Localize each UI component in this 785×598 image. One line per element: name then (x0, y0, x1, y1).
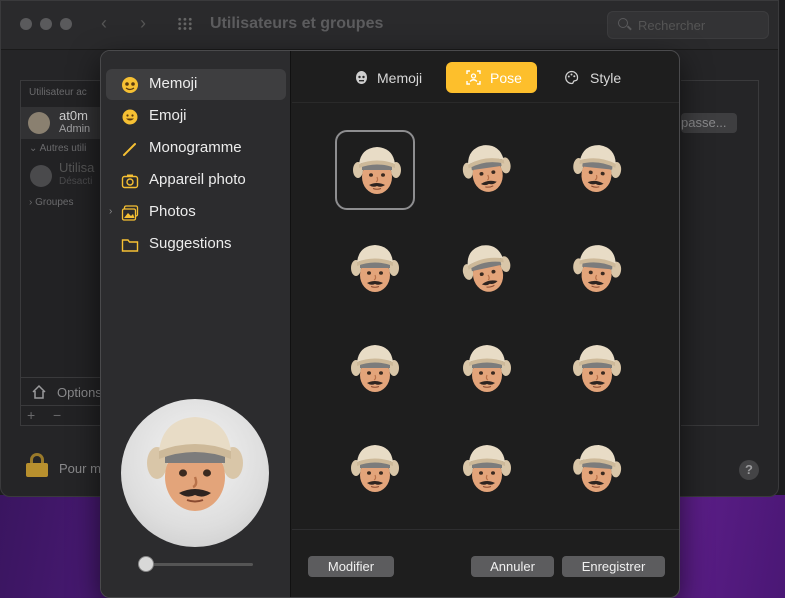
photos-icon (121, 205, 139, 221)
memoji-pose-icon (571, 142, 623, 195)
pencil-icon (123, 143, 136, 156)
sidebar-item-label: Monogramme (149, 139, 242, 156)
memoji-pose-icon (461, 142, 513, 196)
lock-icon[interactable] (26, 453, 48, 477)
house-icon (32, 384, 46, 399)
chevron-right-icon[interactable]: › (109, 206, 112, 217)
memoji-head-icon (356, 71, 367, 84)
sidebar-item-label: Suggestions (149, 235, 232, 252)
pose-icon (466, 70, 481, 85)
title-bar: ‹ › Utilisateurs et groupes Rechercher (1, 1, 778, 50)
search-icon (618, 18, 628, 28)
search-field[interactable]: Rechercher (607, 11, 769, 39)
back-arrow-icon[interactable]: ‹ (101, 13, 107, 34)
picture-source-sidebar: Memoji Emoji Monogramme Appareil photo ›… (101, 51, 291, 597)
segment-label: Memoji (377, 70, 423, 86)
save-button[interactable]: Enregistrer (562, 556, 665, 577)
lock-text: Pour m (59, 461, 101, 476)
user-name: at0m (59, 108, 88, 123)
zoom-slider-knob[interactable] (138, 556, 154, 572)
show-all-grid-icon[interactable] (177, 17, 193, 31)
user-role: Admin (59, 123, 91, 135)
tab-memoji[interactable]: Memoji (344, 62, 429, 93)
memoji-pose-icon (571, 442, 623, 495)
options-label: Options (57, 385, 102, 400)
groups-row[interactable]: › Groupes (29, 197, 73, 208)
emoji-icon (122, 109, 138, 125)
memoji-pose-icon (462, 444, 512, 493)
minimize-button[interactable] (40, 18, 52, 30)
sheet-footer: Modifier Annuler Enregistrer (292, 529, 679, 597)
pose-option-12[interactable] (557, 430, 637, 510)
sidebar-item-emoji[interactable]: Emoji (106, 101, 286, 132)
memoji-pose-icon (352, 146, 402, 195)
sidebar-item-label: Emoji (149, 107, 187, 124)
tab-style[interactable]: Style (554, 62, 629, 93)
camera-icon (121, 174, 139, 189)
zoom-button[interactable] (60, 18, 72, 30)
sidebar-item-label: Photos (149, 203, 196, 220)
folder-icon (121, 239, 139, 252)
memoji-pose-icon (350, 344, 400, 393)
memoji-pose-icon (571, 242, 623, 295)
tab-pose[interactable]: Pose (446, 62, 537, 93)
sidebar-item-memoji[interactable]: Memoji (106, 69, 286, 100)
avatar-preview (121, 399, 269, 547)
other-user-status: Désacti (59, 176, 93, 187)
groups-label: Groupes (35, 197, 74, 208)
search-placeholder: Rechercher (638, 18, 706, 33)
sidebar-item-monogramme[interactable]: Monogramme (106, 133, 286, 164)
pose-option-6[interactable] (557, 230, 637, 310)
current-users-header: Utilisateur ac (29, 87, 87, 98)
guest-avatar (30, 165, 52, 187)
pose-option-3[interactable] (557, 130, 637, 210)
pose-option-1[interactable] (335, 130, 415, 210)
pose-option-8[interactable] (447, 330, 527, 410)
avatar (28, 112, 50, 134)
window-title: Utilisateurs et groupes (210, 15, 384, 32)
pose-option-2[interactable] (447, 130, 527, 210)
pose-option-10[interactable] (335, 430, 415, 510)
memoji-icon (122, 77, 138, 93)
help-button[interactable]: ? (739, 460, 759, 480)
sidebar-item-label: Appareil photo (149, 171, 246, 188)
sidebar-item-suggestions[interactable]: Suggestions (106, 229, 286, 260)
forward-arrow-icon[interactable]: › (140, 13, 146, 34)
cancel-button[interactable]: Annuler (471, 556, 554, 577)
memoji-picker-sheet: Memoji Emoji Monogramme Appareil photo ›… (100, 50, 680, 598)
sidebar-item-photos[interactable]: › Photos (106, 197, 286, 228)
memoji-pose-icon (461, 242, 513, 298)
segment-label: Pose (490, 70, 522, 86)
remove-user-button[interactable]: − (53, 407, 61, 423)
pose-option-11[interactable] (447, 430, 527, 510)
segment-label: Style (590, 70, 622, 86)
sidebar-item-label: Memoji (149, 75, 198, 92)
pose-grid (292, 103, 679, 528)
modify-button[interactable]: Modifier (308, 556, 394, 577)
other-users-header[interactable]: ⌄ Autres utili (29, 143, 86, 154)
pose-option-5[interactable] (447, 230, 527, 310)
add-user-button[interactable]: + (27, 407, 35, 423)
memoji-pose-icon (350, 244, 400, 293)
other-users-label: Autres utili (39, 143, 87, 154)
other-user-name: Utilisa (59, 160, 95, 175)
close-button[interactable] (20, 18, 32, 30)
pose-option-9[interactable] (557, 330, 637, 410)
memoji-pose-icon (350, 444, 400, 493)
memoji-pose-icon (572, 344, 622, 393)
segmented-control: Memoji Pose Style (292, 51, 679, 103)
memoji-main-panel: Memoji Pose Style Modifier Annuler Enreg… (292, 51, 679, 597)
pose-option-7[interactable] (335, 330, 415, 410)
memoji-preview-face (145, 415, 245, 513)
pose-option-4[interactable] (335, 230, 415, 310)
zoom-slider-track[interactable] (145, 563, 253, 566)
change-password-button[interactable]: passe... (681, 113, 737, 133)
memoji-pose-icon (462, 344, 512, 393)
palette-icon (565, 70, 579, 85)
sidebar-item-appareil-photo[interactable]: Appareil photo (106, 165, 286, 196)
